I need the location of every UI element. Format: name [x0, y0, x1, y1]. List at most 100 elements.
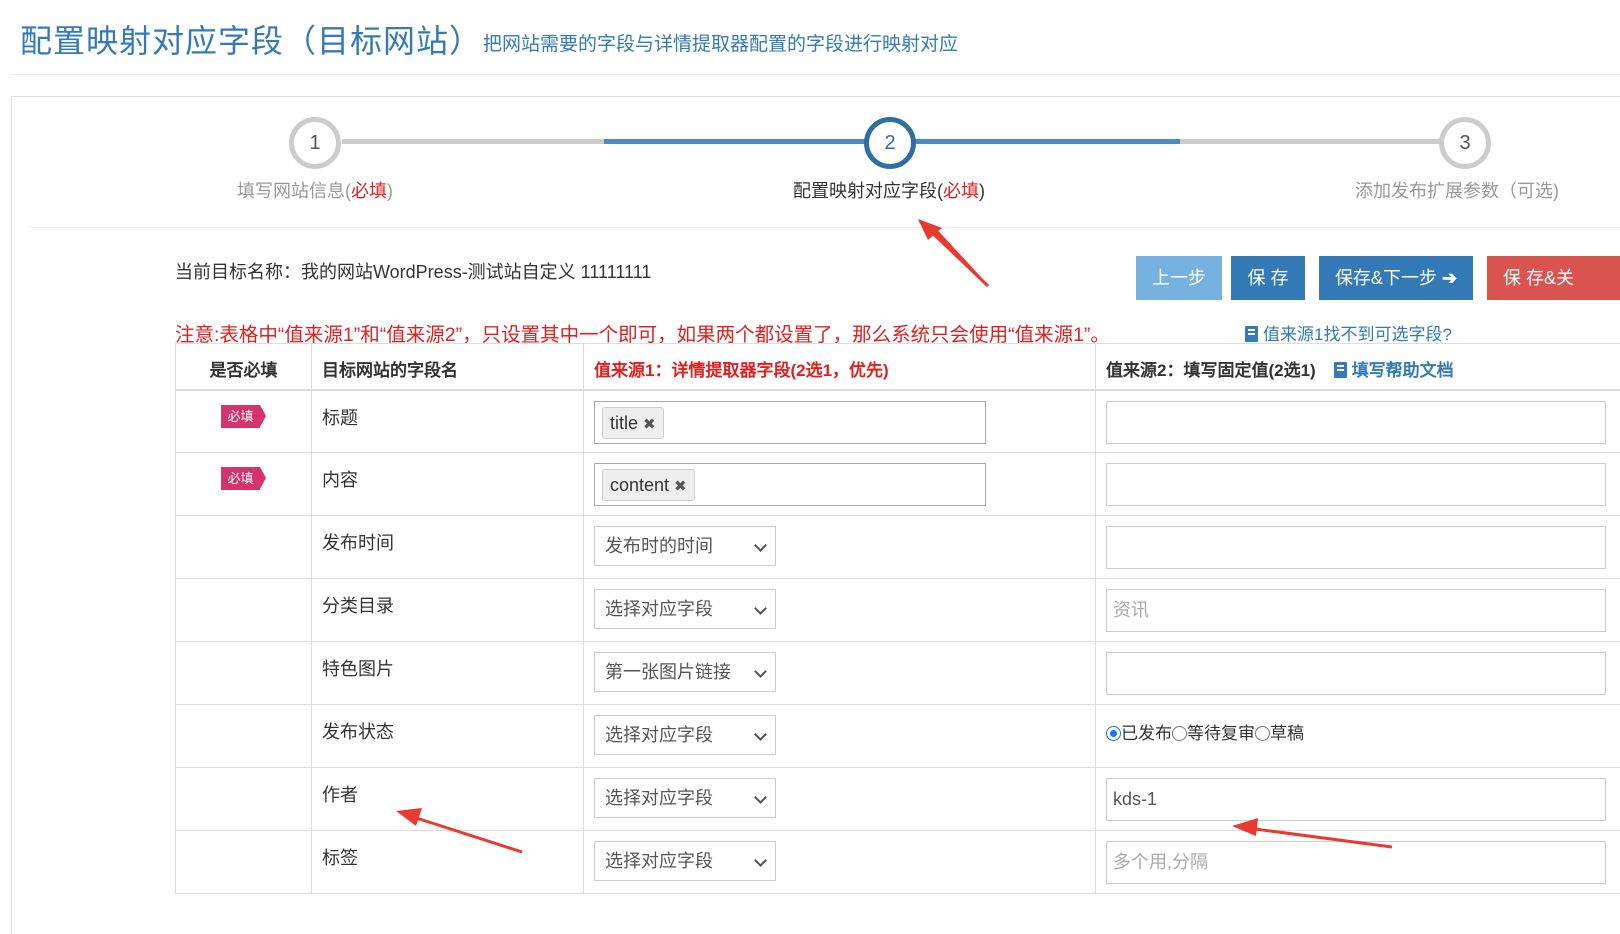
source2-input[interactable]	[1106, 463, 1606, 506]
cell-field-name: 分类目录	[311, 578, 584, 642]
page-subtitle: 把网站需要的字段与详情提取器配置的字段进行映射对应	[483, 34, 959, 55]
step-2-circle[interactable]: 2	[864, 117, 916, 169]
source1-select[interactable]: 选择对应字段	[594, 778, 776, 818]
wizard-divider	[28, 227, 1620, 228]
status-radio[interactable]	[1106, 726, 1121, 741]
chevron-down-icon	[754, 665, 767, 678]
step-2-text-end: )	[979, 181, 985, 201]
table-row: 必填 标题 title ✖	[175, 389, 1620, 453]
source2-input[interactable]	[1106, 526, 1606, 569]
cell-source1: 第一张图片链接	[583, 641, 1096, 705]
input-text: kds-1	[1113, 789, 1158, 809]
source1-tag-input[interactable]: content ✖	[594, 463, 986, 506]
step-connector	[342, 139, 604, 144]
step-connector-active	[604, 139, 890, 144]
cell-field-name: 内容	[311, 452, 584, 516]
header-source2-label: 值来源2：填写固定值(2选1)	[1106, 361, 1316, 380]
cell-source2	[1095, 389, 1620, 453]
table-row: 作者 选择对应字段 kds-1	[175, 767, 1620, 831]
select-value: 选择对应字段	[605, 599, 713, 619]
select-value: 选择对应字段	[605, 725, 713, 745]
source2-input[interactable]	[1106, 400, 1606, 444]
select-value: 选择对应字段	[605, 788, 713, 808]
source2-input[interactable]: kds-1	[1106, 778, 1606, 821]
save-button[interactable]: 保 存	[1231, 256, 1305, 300]
table-row: 发布状态 选择对应字段 已发布 等待复审 草稿	[175, 704, 1620, 768]
source1-help-link[interactable]: 值来源1找不到可选字段?	[1245, 320, 1452, 345]
table-header-row: 是否必填 目标网站的字段名 值来源1：详情提取器字段(2选1，优先) 值来源2：…	[175, 343, 1620, 391]
input-text: 多个用,分隔	[1113, 852, 1209, 872]
status-radio-label: 草稿	[1270, 724, 1304, 743]
publish-status-radios: 已发布 等待复审 草稿	[1106, 715, 1620, 744]
status-radio[interactable]	[1172, 726, 1187, 741]
cell-source2: 已发布 等待复审 草稿	[1095, 704, 1620, 768]
status-radio-label: 等待复审	[1187, 724, 1255, 743]
page: 配置映射对应字段（目标网站） 把网站需要的字段与详情提取器配置的字段进行映射对应…	[0, 0, 1620, 934]
source1-select[interactable]: 选择对应字段	[594, 589, 776, 629]
cell-required: 必填	[175, 389, 312, 453]
header-source1: 值来源1：详情提取器字段(2选1，优先)	[583, 343, 1096, 391]
book-icon	[1333, 362, 1347, 378]
source1-select[interactable]: 选择对应字段	[594, 841, 776, 881]
source1-select[interactable]: 选择对应字段	[594, 715, 776, 755]
step-1-required: 必填	[351, 181, 387, 201]
current-target-name: 当前目标名称：我的网站WordPress-测试站自定义 11111111	[175, 262, 652, 282]
source2-input[interactable]: 资讯	[1106, 589, 1606, 632]
step-3-circle[interactable]: 3	[1439, 117, 1491, 169]
step-wizard: 1 2 3 填写网站信息(必填) 配置映射对应字段(必填) 添加发布扩展参数（可…	[12, 97, 1620, 227]
source2-input[interactable]	[1106, 652, 1606, 695]
cell-field-name: 发布状态	[311, 704, 584, 768]
select-value: 发布时的时间	[605, 536, 713, 556]
chevron-down-icon	[754, 602, 767, 615]
cell-source1: 选择对应字段	[583, 767, 1096, 831]
source1-help-label: 值来源1找不到可选字段?	[1263, 325, 1452, 344]
input-text: 资讯	[1113, 600, 1149, 620]
status-radio[interactable]	[1255, 726, 1270, 741]
required-badge: 必填	[221, 467, 266, 490]
help-doc-label: 填写帮助文档	[1351, 361, 1454, 380]
source2-input[interactable]: 多个用,分隔	[1106, 841, 1606, 884]
step-2-required: 必填	[943, 181, 979, 201]
step-1-label[interactable]: 填写网站信息(必填)	[237, 177, 393, 203]
tag-label: title	[610, 412, 639, 433]
cell-source1: content ✖	[583, 452, 1096, 516]
cell-required	[175, 515, 312, 579]
source1-select[interactable]: 发布时的时间	[594, 526, 776, 566]
status-radio-label: 已发布	[1121, 724, 1172, 743]
cell-field-name: 作者	[311, 767, 584, 831]
step-1-circle[interactable]: 1	[289, 117, 341, 169]
required-badge: 必填	[221, 404, 266, 428]
save-next-button[interactable]: 保存&下一步 ➔	[1319, 256, 1473, 300]
save-close-button[interactable]: 保 存&关	[1487, 256, 1620, 300]
cell-required	[175, 704, 312, 768]
source1-tag-input[interactable]: title ✖	[594, 400, 986, 444]
table-row: 标签 选择对应字段 多个用,分隔	[175, 830, 1620, 894]
header-field-name: 目标网站的字段名	[311, 343, 584, 391]
chevron-down-icon	[754, 791, 767, 804]
remove-tag-icon[interactable]: ✖	[643, 416, 656, 433]
prev-step-button[interactable]: 上一步	[1136, 256, 1222, 300]
source1-select[interactable]: 第一张图片链接	[594, 652, 776, 692]
cell-source2	[1095, 641, 1620, 705]
cell-field-name: 特色图片	[311, 641, 584, 705]
step-2-text: 配置映射对应字段(	[793, 181, 943, 201]
cell-source1: 选择对应字段	[583, 578, 1096, 642]
step-3-text: 添加发布扩展参数（可选)	[1355, 181, 1559, 201]
arrow-right-icon: ➔	[1441, 268, 1458, 288]
main-panel: 1 2 3 填写网站信息(必填) 配置映射对应字段(必填) 添加发布扩展参数（可…	[11, 96, 1620, 934]
step-1-text: 填写网站信息(	[237, 181, 351, 201]
page-title: 配置映射对应字段（目标网站）	[20, 23, 483, 59]
step-1-text-end: )	[387, 181, 393, 201]
help-doc-link[interactable]: 填写帮助文档	[1333, 361, 1454, 380]
field-mapping-table: 是否必填 目标网站的字段名 值来源1：详情提取器字段(2选1，优先) 值来源2：…	[175, 343, 1620, 894]
table-row: 分类目录 选择对应字段 资讯	[175, 578, 1620, 642]
select-value: 第一张图片链接	[605, 662, 731, 682]
chevron-down-icon	[754, 539, 767, 552]
cell-source2: 资讯	[1095, 578, 1620, 642]
step-3-label[interactable]: 添加发布扩展参数（可选)	[1355, 177, 1559, 203]
cell-field-name: 标题	[311, 389, 584, 453]
remove-tag-icon[interactable]: ✖	[674, 478, 687, 495]
step-2-label[interactable]: 配置映射对应字段(必填)	[793, 177, 985, 203]
table-row: 特色图片 第一张图片链接	[175, 641, 1620, 705]
header-divider	[10, 74, 1620, 75]
